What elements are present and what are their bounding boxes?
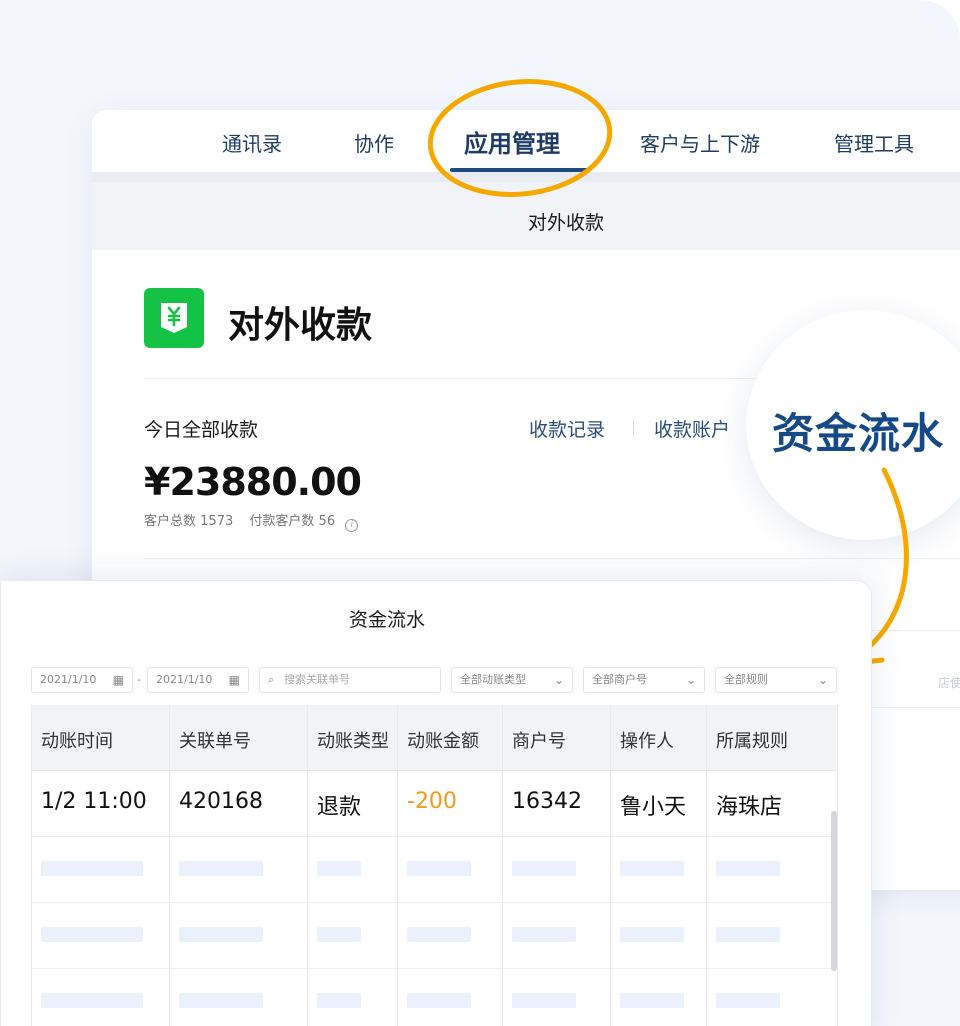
skeleton-cell <box>179 927 263 942</box>
skeleton-cell <box>41 927 143 942</box>
date-separator: - <box>137 673 141 686</box>
skeleton-cell <box>716 993 780 1008</box>
calendar-icon: ▦ <box>112 673 124 687</box>
chevron-down-icon: ⌄ <box>817 673 828 687</box>
chevron-down-icon: ⌄ <box>685 673 696 687</box>
column-header[interactable]: 商户号 <box>512 727 566 753</box>
subheader-title: 对外收款 <box>528 212 605 234</box>
placeholder-row <box>31 837 837 903</box>
cell-order: 420168 <box>179 789 263 814</box>
info-icon[interactable]: i <box>345 519 359 532</box>
today-total-label: 今日全部收款 <box>144 419 259 441</box>
skeleton-cell <box>620 927 684 942</box>
subheader-bar: 对外收款 <box>92 182 960 250</box>
merchant-select-value: 全部商户号 <box>592 673 647 686</box>
cell-type: 退款 <box>317 795 362 820</box>
customers-label: 客户总数 <box>144 514 197 529</box>
cell-rule: 海珠店 <box>716 795 783 820</box>
cell-time: 1/2 11:00 <box>41 789 147 814</box>
search-placeholder: 搜索关联单号 <box>284 673 350 686</box>
app-title: 对外收款 <box>228 305 373 346</box>
nav-contacts[interactable]: 通讯录 <box>222 128 282 157</box>
column-header[interactable]: 动账时间 <box>41 727 113 753</box>
table-scrollbar[interactable] <box>831 811 837 971</box>
search-icon: ⌕ <box>268 673 275 686</box>
type-select[interactable]: 全部动账类型 ⌄ <box>451 667 573 693</box>
fund-flow-title: 资金流水 <box>349 609 426 631</box>
cell-amount: -200 <box>407 789 457 814</box>
skeleton-cell <box>407 861 471 876</box>
skeleton-cell <box>317 993 361 1008</box>
nav-admin-tools[interactable]: 管理工具 <box>834 128 914 157</box>
nav-collaboration[interactable]: 协作 <box>354 128 394 157</box>
date-from-input[interactable]: 2021/1/10 ▦ <box>31 667 133 693</box>
separator-strip <box>92 172 960 182</box>
highlight-bubble-text: 资金流水 <box>772 409 945 458</box>
payment-accounts-link[interactable]: 收款账户 <box>654 415 730 442</box>
customer-stats: 客户总数 1573 付款客户数 56 i <box>144 510 359 532</box>
skeleton-cell <box>317 927 361 942</box>
chevron-down-icon: ⌄ <box>553 673 564 687</box>
column-header[interactable]: 所属规则 <box>716 727 788 753</box>
table-row[interactable]: 1/2 11:00 420168 退款 -200 16342 鲁小天 海珠店 <box>31 771 837 837</box>
skeleton-cell <box>407 927 471 942</box>
yuan-shield-icon <box>144 288 204 348</box>
skeleton-cell <box>317 861 361 876</box>
cell-merchant: 16342 <box>512 789 582 814</box>
skeleton-cell <box>620 993 684 1008</box>
rule-select[interactable]: 全部规则 ⌄ <box>715 667 837 693</box>
paying-label: 付款客户数 <box>249 514 315 529</box>
date-from-value: 2021/1/10 <box>40 673 97 686</box>
skeleton-cell <box>620 861 684 876</box>
search-input[interactable]: ⌕ 搜索关联单号 <box>259 667 441 693</box>
customers-value: 1573 <box>200 514 234 529</box>
column-header[interactable]: 动账金额 <box>407 727 479 753</box>
skeleton-cell <box>512 927 576 942</box>
merchant-select[interactable]: 全部商户号 ⌄ <box>583 667 705 693</box>
skeleton-cell <box>179 993 263 1008</box>
column-header[interactable]: 关联单号 <box>179 727 251 753</box>
date-to-value: 2021/1/10 <box>156 673 213 686</box>
skeleton-cell <box>179 861 263 876</box>
background-hint-text: 店使用 <box>938 676 960 690</box>
today-amount: ¥23880.00 <box>144 460 362 504</box>
placeholder-row <box>31 903 837 969</box>
cell-operator: 鲁小天 <box>620 795 687 820</box>
top-nav: 通讯录 协作 应用管理 客户与上下游 管理工具 <box>92 110 960 172</box>
column-header[interactable]: 动账类型 <box>317 727 389 753</box>
date-to-input[interactable]: 2021/1/10 ▦ <box>147 667 249 693</box>
rule-select-value: 全部规则 <box>724 673 768 686</box>
placeholder-row <box>31 969 837 1026</box>
link-separator <box>633 420 634 436</box>
skeleton-cell <box>716 927 780 942</box>
type-select-value: 全部动账类型 <box>460 673 526 686</box>
calendar-icon: ▦ <box>228 673 240 687</box>
table-header: 动账时间 关联单号 动账类型 动账金额 商户号 操作人 所属规则 <box>31 705 837 771</box>
nav-customers-partners[interactable]: 客户与上下游 <box>640 128 760 157</box>
paying-value: 56 <box>318 514 336 529</box>
skeleton-cell <box>41 993 143 1008</box>
payment-records-link[interactable]: 收款记录 <box>529 415 605 442</box>
column-header[interactable]: 操作人 <box>620 727 674 753</box>
nav-app-management[interactable]: 应用管理 <box>464 124 560 159</box>
table-border <box>31 705 32 1026</box>
divider <box>144 558 960 559</box>
skeleton-cell <box>512 993 576 1008</box>
fund-flow-panel: 资金流水 2021/1/10 ▦ - 2021/1/10 ▦ ⌕ 搜索关联单号 … <box>0 580 872 1026</box>
skeleton-cell <box>512 861 576 876</box>
table-border <box>837 705 838 1026</box>
skeleton-cell <box>41 861 143 876</box>
skeleton-cell <box>716 861 780 876</box>
skeleton-cell <box>407 993 471 1008</box>
